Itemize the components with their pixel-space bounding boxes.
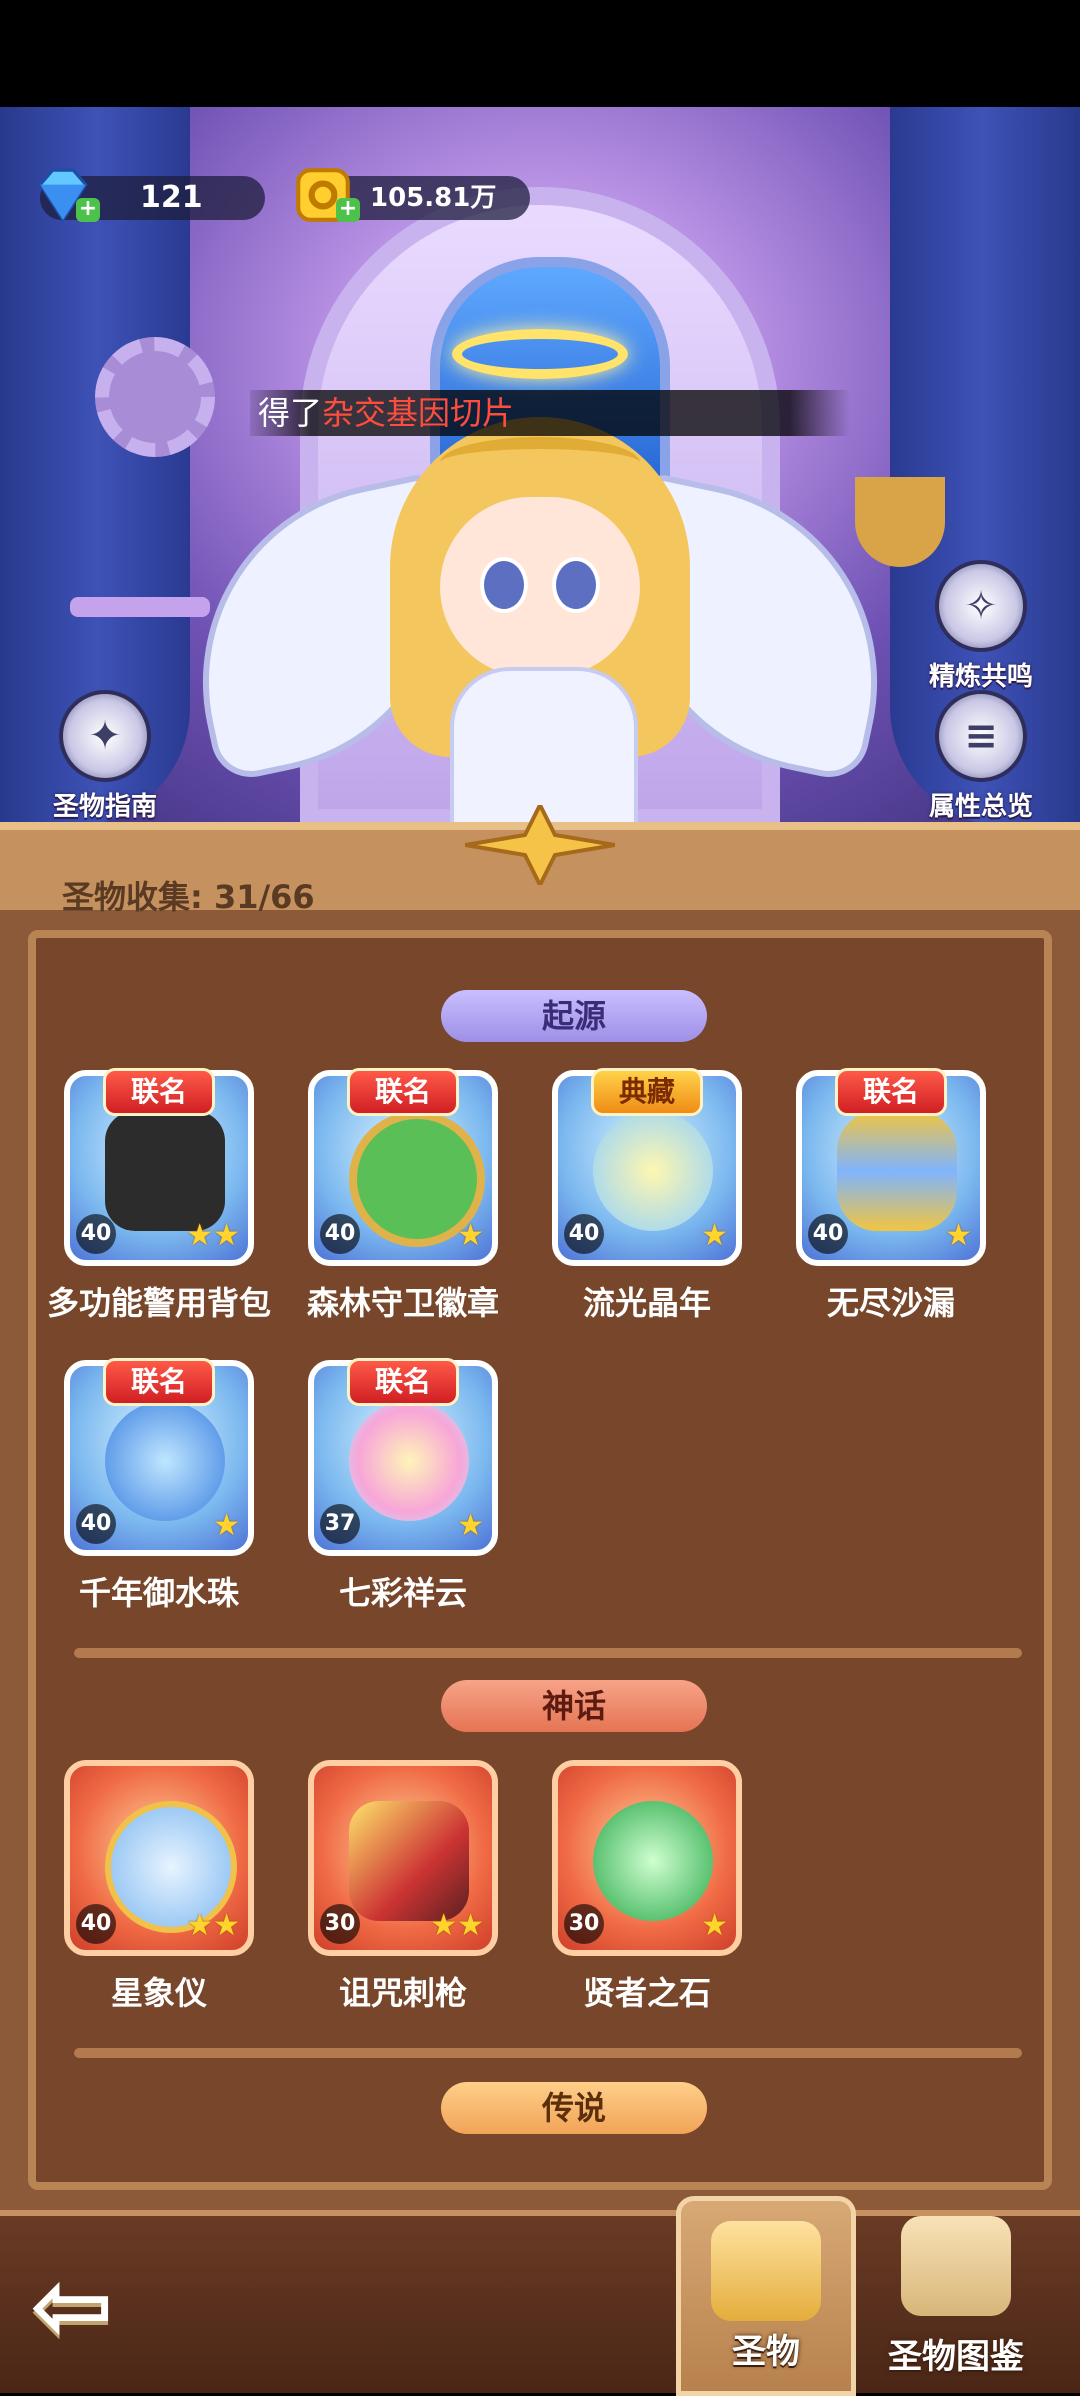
add-gems-icon[interactable]: +: [76, 198, 100, 222]
relic-name: 流光晶年: [582, 1284, 711, 1322]
scroll-icon: ≡: [935, 690, 1027, 782]
relic-stars: ★: [457, 1218, 484, 1253]
attribute-overview-label: 属性总览: [928, 792, 1033, 822]
tab-relics[interactable]: 圣物: [676, 2196, 856, 2396]
relic-stars: ★: [701, 1218, 728, 1253]
category-header-myth: 神话: [441, 1680, 707, 1732]
collab-badge: 联名: [347, 1358, 459, 1406]
relic-level: 37: [320, 1504, 360, 1544]
crystal-globe-icon: [593, 1111, 713, 1231]
relic-level: 30: [320, 1904, 360, 1944]
notice-prefix: 得了: [258, 394, 323, 432]
collab-badge: 联名: [347, 1068, 459, 1116]
backpack-icon: [105, 1111, 225, 1231]
tab-relics-label: 圣物: [732, 2332, 800, 2372]
compass-star-icon: ✧: [935, 560, 1027, 652]
status-bar: [0, 0, 1080, 107]
relic-name: 森林守卫徽章: [306, 1284, 499, 1322]
gold-amount: 105.81万: [370, 183, 497, 213]
guide-icon: ✦: [59, 690, 151, 782]
relic-guide-button[interactable]: ✦ 圣物指南: [35, 690, 175, 823]
relic-level: 40: [76, 1504, 116, 1544]
relic-item[interactable]: 40 ★★ 联名 多功能警用背包: [47, 1068, 271, 1324]
section-divider: [74, 1648, 1022, 1658]
relic-item[interactable]: 30 ★ 贤者之石: [552, 1760, 742, 2014]
relic-name: 七彩祥云: [338, 1574, 467, 1612]
angel-character[interactable]: [165, 407, 915, 827]
tab-codex[interactable]: 圣物图鉴: [866, 2196, 1046, 2396]
water-orb-icon: [105, 1401, 225, 1521]
gear-decoration: [95, 337, 215, 457]
shelf: [70, 597, 210, 617]
cloud-icon: [349, 1401, 469, 1521]
tab-codex-label: 圣物图鉴: [888, 2337, 1024, 2377]
refine-resonance-button[interactable]: ✧ 精炼共鸣: [911, 560, 1051, 693]
philosopher-stone-icon: [593, 1801, 713, 1921]
relic-level: 40: [76, 1904, 116, 1944]
robe: [450, 667, 638, 827]
horn-icon: [711, 2221, 821, 2321]
relic-item[interactable]: 37 ★ 联名 七彩祥云: [308, 1358, 498, 1614]
add-gold-icon[interactable]: +: [336, 198, 360, 222]
acquisition-notice: 得了杂交基因切片: [250, 390, 850, 436]
halo: [452, 329, 628, 379]
relic-level: 40: [320, 1214, 360, 1254]
collection-count: 圣物收集: 31/66: [62, 878, 315, 916]
relic-item[interactable]: 40 ★★ 星象仪: [64, 1760, 254, 2014]
relic-card[interactable]: 30 ★: [552, 1760, 742, 1956]
relic-level: 40: [564, 1214, 604, 1254]
category-header-legend: 传说: [441, 2082, 707, 2134]
gold-counter[interactable]: + 105.81万: [296, 168, 530, 222]
notice-item: 杂交基因切片: [322, 394, 515, 432]
collab-badge: 联名: [835, 1068, 947, 1116]
back-arrow-icon[interactable]: ⇦: [30, 2256, 150, 2361]
face: [440, 497, 640, 677]
relic-stars: ★: [213, 1508, 240, 1543]
relic-item[interactable]: 40 ★ 联名 森林守卫徽章: [307, 1068, 499, 1324]
collab-badge: 联名: [103, 1358, 215, 1406]
ornament-icon: [465, 805, 615, 885]
spear-icon: [349, 1801, 469, 1921]
relic-name: 诅咒刺枪: [338, 1974, 467, 2012]
bottom-nav: ⇦ 圣物 圣物图鉴: [0, 2196, 1080, 2396]
relic-grid-container[interactable]: 起源 40 ★★ 联名 多功能警用背包 40 ★ 联名 森林守卫徽章 40 ★: [28, 930, 1052, 2190]
relic-guide-label: 圣物指南: [52, 792, 157, 822]
left-eye: [480, 557, 528, 613]
relic-card[interactable]: 30 ★★: [308, 1760, 498, 1956]
book-icon: [901, 2216, 1011, 2316]
relic-item[interactable]: 30 ★★ 诅咒刺枪: [308, 1760, 498, 2014]
relic-name: 无尽沙漏: [826, 1284, 955, 1322]
relic-item[interactable]: 40 ★ 典藏 流光晶年: [552, 1068, 742, 1324]
right-eye: [552, 557, 600, 613]
relic-name: 千年御水珠: [78, 1574, 239, 1612]
relic-level: 30: [564, 1904, 604, 1944]
relic-item[interactable]: 40 ★ 联名 千年御水珠: [64, 1358, 254, 1614]
refine-resonance-label: 精炼共鸣: [928, 662, 1033, 692]
relic-stars: ★★: [430, 1908, 484, 1943]
relic-name: 星象仪: [110, 1974, 207, 2012]
relic-stars: ★★: [186, 1218, 240, 1253]
relic-item[interactable]: 40 ★ 联名 无尽沙漏: [796, 1068, 986, 1324]
relic-stars: ★: [457, 1508, 484, 1543]
relic-name: 贤者之石: [582, 1974, 711, 2012]
relic-stars: ★★: [186, 1908, 240, 1943]
category-header-origin: 起源: [441, 990, 707, 1042]
section-divider: [74, 2048, 1022, 2058]
hourglass-icon: [837, 1111, 957, 1231]
relic-collection-panel: 圣物收集: 31/66 起源 40 ★★ 联名 多功能警用背包 40 ★ 联名 …: [0, 805, 1080, 2220]
relic-card[interactable]: 40 ★★: [64, 1760, 254, 1956]
collection-badge: 典藏: [591, 1068, 703, 1116]
relic-level: 40: [76, 1214, 116, 1254]
relic-level: 40: [808, 1214, 848, 1254]
relic-stars: ★: [945, 1218, 972, 1253]
relic-stars: ★: [701, 1908, 728, 1943]
gem-amount: 121: [140, 180, 203, 215]
chalice-decoration: [855, 477, 945, 567]
laurel-crown: [440, 437, 640, 489]
collab-badge: 联名: [103, 1068, 215, 1116]
attribute-overview-button[interactable]: ≡ 属性总览: [911, 690, 1051, 823]
gem-counter[interactable]: + 121: [38, 168, 265, 223]
relic-name: 多功能警用背包: [46, 1284, 271, 1322]
